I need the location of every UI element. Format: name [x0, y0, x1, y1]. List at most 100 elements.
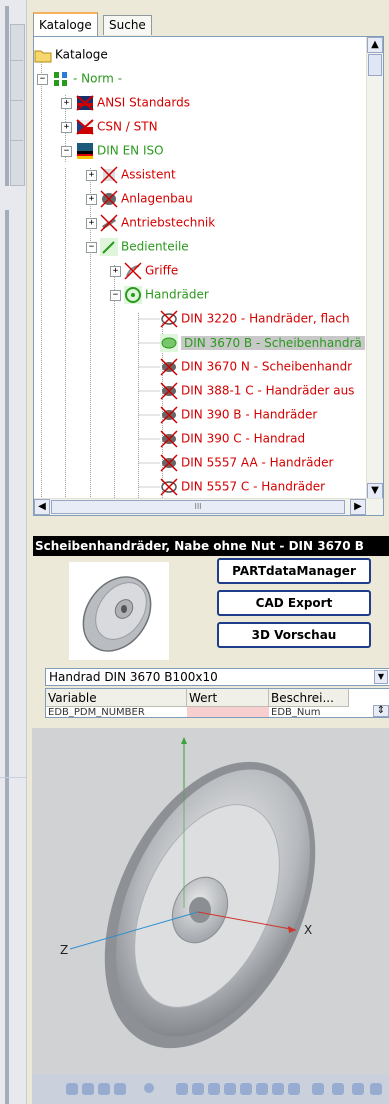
tab-suche[interactable]: Suche	[103, 15, 152, 35]
tree-vertical-scrollbar[interactable]: ▲ ▼	[366, 37, 383, 499]
folder-icon	[34, 46, 52, 64]
select-icon[interactable]	[82, 1083, 94, 1095]
plant-icon	[100, 189, 118, 208]
horizontal-scroll-thumb[interactable]: III	[51, 500, 345, 514]
chevron-down-icon[interactable]: ▼	[374, 670, 388, 684]
tree-node-din-3220[interactable]: DIN 3220 - Handräder, flach	[160, 307, 350, 329]
x-axis-label: X	[304, 923, 312, 937]
part-icon	[160, 405, 178, 424]
tree-node-kataloge[interactable]: Kataloge	[34, 43, 108, 65]
scroll-down-button[interactable]: ▼	[367, 483, 383, 499]
measure-icon[interactable]	[332, 1083, 344, 1095]
export-icon[interactable]	[370, 1083, 382, 1095]
column-header-variable[interactable]: Variable	[46, 689, 187, 707]
dock-separator	[10, 100, 23, 101]
expander-din[interactable]: −	[61, 146, 72, 157]
expander-anlagenbau[interactable]: +	[86, 194, 97, 205]
scroll-thumb[interactable]	[368, 54, 382, 76]
view-front-icon[interactable]	[176, 1083, 188, 1095]
expander-ansi[interactable]: +	[61, 98, 72, 109]
tree-node-norm[interactable]: - Norm -	[52, 67, 122, 89]
tree-node-ansi[interactable]: ANSI Standards	[76, 91, 190, 113]
variant-select[interactable]: Handrad DIN 3670 B100x10 ▼	[45, 668, 389, 686]
tree-node-din-5557-c[interactable]: DIN 5557 C - Handräder	[160, 475, 325, 497]
cad-export-button[interactable]: CAD Export	[217, 590, 371, 616]
tree-node-csn[interactable]: CSN / STN	[76, 115, 158, 137]
part-icon	[160, 357, 178, 376]
part-title-bar: Scheibenhandräder, Nabe ohne Nut - DIN 3…	[33, 536, 389, 556]
expander-norm[interactable]: −	[37, 74, 48, 85]
table-cell-wert[interactable]	[187, 707, 269, 717]
view-left-icon[interactable]	[208, 1083, 220, 1095]
dock-separator	[10, 60, 23, 61]
controls-icon	[100, 237, 118, 256]
tree-node-griffe[interactable]: Griffe	[124, 259, 178, 281]
z-axis-label: Z	[60, 943, 68, 957]
shaded-icon[interactable]	[98, 1083, 110, 1095]
wireframe-icon[interactable]	[114, 1083, 126, 1095]
table-cell-beschreibung[interactable]: EDB_Num	[269, 707, 349, 717]
expander-antriebstechnik[interactable]: +	[86, 218, 97, 229]
norm-icon	[52, 70, 70, 88]
assistant-icon	[100, 165, 118, 184]
view-back-icon[interactable]	[192, 1083, 204, 1095]
zoom-icon[interactable]	[144, 1083, 154, 1093]
part-icon	[160, 477, 178, 496]
view-bottom-icon[interactable]	[256, 1083, 268, 1095]
left-dock-strip	[0, 0, 27, 1104]
view-iso-icon[interactable]	[272, 1083, 284, 1095]
csn-flag-icon	[76, 118, 94, 136]
settings-icon[interactable]	[352, 1083, 364, 1095]
table-cell-variable[interactable]: EDB_PDM_NUMBER	[46, 707, 187, 717]
part-icon	[160, 381, 178, 400]
scroll-up-button[interactable]: ▲	[367, 37, 383, 53]
dock-splitter-top[interactable]	[5, 6, 9, 186]
tab-kataloge[interactable]: Kataloge	[33, 12, 98, 37]
drive-icon	[100, 213, 118, 232]
variable-table: Variable Wert Beschrei... EDB_PDM_NUMBER…	[45, 688, 389, 718]
tree-node-anlagenbau[interactable]: Anlagenbau	[100, 187, 193, 209]
scroll-right-button[interactable]: ▶	[350, 499, 366, 515]
view-iso2-icon[interactable]	[288, 1083, 300, 1095]
tree-horizontal-scrollbar[interactable]: ◀ III ▶	[34, 498, 383, 515]
tree-node-din-390-b[interactable]: DIN 390 B - Handräder	[160, 403, 317, 425]
column-header-wert[interactable]: Wert	[187, 689, 269, 707]
part-icon	[160, 333, 178, 352]
view-top-icon[interactable]	[240, 1083, 252, 1095]
tree-node-antriebstechnik[interactable]: Antriebstechnik	[100, 211, 215, 233]
catalog-panel: Kataloge Suche − + + − + + + − + − Katal…	[27, 0, 389, 1104]
ansi-flag-icon	[76, 94, 94, 112]
3d-viewer[interactable]: X Z	[32, 728, 389, 1104]
tree-node-assistent[interactable]: Assistent	[100, 163, 176, 185]
axes-icon[interactable]	[312, 1083, 324, 1095]
expander-assistent[interactable]: +	[86, 170, 97, 181]
tree-node-handraeder[interactable]: Handräder	[124, 283, 209, 305]
tree-node-din-388-1-c[interactable]: DIN 388-1 C - Handräder aus	[160, 379, 354, 401]
viewer-toolbar	[32, 1074, 389, 1104]
expander-bedienteile[interactable]: −	[86, 242, 97, 253]
expander-handraeder[interactable]: −	[110, 290, 121, 301]
din-flag-icon	[76, 142, 94, 160]
tree-node-din[interactable]: DIN EN ISO	[76, 139, 164, 161]
variant-select-value: Handrad DIN 3670 B100x10	[49, 670, 218, 684]
tree-node-bedienteile[interactable]: Bedienteile	[100, 235, 189, 257]
table-scroll-button[interactable]: ⇕	[373, 705, 389, 717]
view-right-icon[interactable]	[224, 1083, 236, 1095]
column-header-beschreibung[interactable]: Beschrei...	[269, 689, 349, 707]
dock-separator	[10, 140, 23, 141]
tree-node-din-5557-aa[interactable]: DIN 5557 AA - Handräder	[160, 451, 333, 473]
dock-splitter-bottom[interactable]	[5, 210, 9, 1104]
dock-tab-group[interactable]	[10, 24, 25, 186]
expander-griffe[interactable]: +	[110, 266, 121, 277]
fit-view-icon[interactable]	[66, 1083, 78, 1095]
scroll-left-button[interactable]: ◀	[34, 499, 50, 515]
handwheel-thumbnail-image	[82, 576, 152, 652]
tree-node-din-390-c[interactable]: DIN 390 C - Handrad	[160, 427, 305, 449]
tree-node-din-3670-b[interactable]: DIN 3670 B - Scheibenhandrä	[160, 331, 365, 353]
partdatamanager-button[interactable]: PARTdataManager	[217, 558, 371, 584]
expander-csn[interactable]: +	[61, 122, 72, 133]
tree-node-din-3670-n[interactable]: DIN 3670 N - Scheibenhandr	[160, 355, 352, 377]
part-icon	[160, 309, 178, 328]
catalog-tree[interactable]: − + + − + + + − + − Kataloge - Norm - AN…	[33, 36, 384, 516]
3d-preview-button[interactable]: 3D Vorschau	[217, 622, 371, 648]
